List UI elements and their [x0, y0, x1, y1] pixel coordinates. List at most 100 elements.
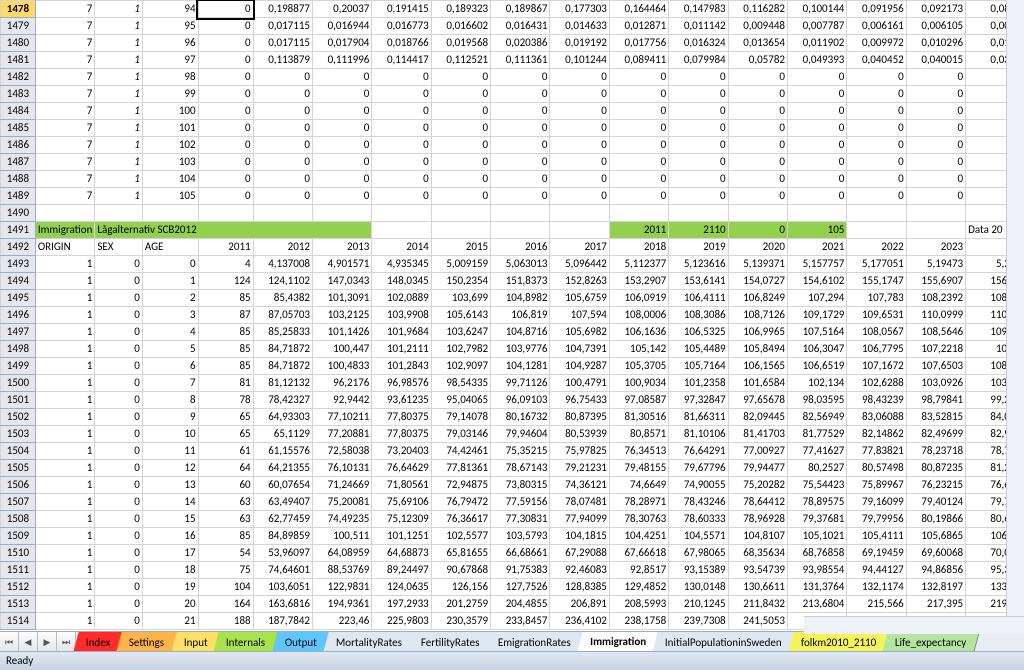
cell[interactable]: 1: [35, 375, 95, 392]
row-header[interactable]: 1504: [1, 443, 36, 460]
cell[interactable]: 0: [95, 613, 142, 630]
cell[interactable]: 0,007787: [787, 18, 846, 35]
cell[interactable]: 96,09103: [491, 392, 550, 409]
cell[interactable]: 94,86856: [906, 562, 965, 579]
cell[interactable]: 1: [35, 579, 95, 596]
row-header[interactable]: 1492: [1, 239, 36, 256]
cell[interactable]: 0: [847, 137, 906, 154]
cell[interactable]: 0: [198, 171, 253, 188]
cell[interactable]: 75,35215: [491, 443, 550, 460]
row-header[interactable]: 1491: [1, 222, 36, 239]
cell[interactable]: 72,58038: [312, 443, 371, 460]
cell[interactable]: 78,42327: [253, 392, 312, 409]
cell[interactable]: 0: [728, 69, 787, 86]
cell[interactable]: [431, 222, 490, 239]
cell[interactable]: 95,04065: [431, 392, 490, 409]
cell[interactable]: 0: [491, 154, 550, 171]
cell[interactable]: 106,8249: [728, 290, 787, 307]
cell[interactable]: 0: [95, 426, 142, 443]
cell[interactable]: 0: [550, 171, 609, 188]
cell[interactable]: 63,49407: [253, 494, 312, 511]
cell[interactable]: [431, 205, 490, 222]
cell[interactable]: 0: [787, 171, 846, 188]
cell[interactable]: 1: [35, 256, 95, 273]
cell[interactable]: 0: [95, 392, 142, 409]
cell[interactable]: 0: [491, 69, 550, 86]
cell[interactable]: 4,935345: [372, 256, 431, 273]
cell[interactable]: [253, 205, 312, 222]
cell[interactable]: 0: [609, 171, 668, 188]
row-header[interactable]: 1490: [1, 205, 36, 222]
cell[interactable]: 81,66311: [669, 409, 728, 426]
cell[interactable]: 101,3091: [312, 290, 371, 307]
cell[interactable]: 100,447: [312, 341, 371, 358]
cell[interactable]: 93,61235: [372, 392, 431, 409]
cell[interactable]: 1: [95, 103, 142, 120]
row-header[interactable]: 1486: [1, 137, 36, 154]
cell[interactable]: 0: [312, 69, 371, 86]
cell[interactable]: 0,018766: [372, 35, 431, 52]
cell[interactable]: 85: [198, 324, 253, 341]
cell[interactable]: 0: [728, 188, 787, 205]
cell[interactable]: 0,011902: [787, 35, 846, 52]
cell[interactable]: 105,4489: [669, 341, 728, 358]
cell[interactable]: 0,164464: [609, 1, 668, 18]
cell[interactable]: 76,64291: [669, 443, 728, 460]
cell[interactable]: 0: [95, 341, 142, 358]
cell[interactable]: 152,8263: [550, 273, 609, 290]
cell[interactable]: 241,5053: [728, 613, 787, 630]
cell[interactable]: 7: [35, 137, 95, 154]
cell[interactable]: 0: [906, 103, 965, 120]
cell[interactable]: 1: [95, 137, 142, 154]
cell[interactable]: 0: [253, 154, 312, 171]
cell[interactable]: 12: [142, 460, 198, 477]
cell[interactable]: 91,75383: [491, 562, 550, 579]
row-header[interactable]: 1500: [1, 375, 36, 392]
cell[interactable]: 0: [491, 86, 550, 103]
cell[interactable]: 96,98576: [372, 375, 431, 392]
cell[interactable]: 80,87395: [550, 409, 609, 426]
cell[interactable]: 6: [142, 358, 198, 375]
cell[interactable]: 0: [491, 188, 550, 205]
cell[interactable]: 69,60068: [906, 545, 965, 562]
cell[interactable]: 194,9361: [312, 596, 371, 613]
row-header[interactable]: 1484: [1, 103, 36, 120]
cell[interactable]: 1: [95, 69, 142, 86]
cell[interactable]: 106,819: [491, 307, 550, 324]
cell[interactable]: 0: [253, 137, 312, 154]
cell[interactable]: 93,54739: [728, 562, 787, 579]
cell[interactable]: 101: [142, 120, 198, 137]
cell[interactable]: 105,142: [609, 341, 668, 358]
cell[interactable]: 104,9287: [550, 358, 609, 375]
cell[interactable]: 75,54423: [787, 477, 846, 494]
cell[interactable]: 75,20282: [728, 477, 787, 494]
cell[interactable]: 0: [491, 137, 550, 154]
column-header[interactable]: 2015: [431, 239, 490, 256]
cell[interactable]: 154,0727: [728, 273, 787, 290]
cell[interactable]: 101,2843: [372, 358, 431, 375]
cell[interactable]: 0: [728, 137, 787, 154]
cell[interactable]: 0: [609, 188, 668, 205]
row-header[interactable]: 1508: [1, 511, 36, 528]
cell[interactable]: 96,2176: [312, 375, 371, 392]
cell[interactable]: 1: [35, 324, 95, 341]
cell[interactable]: 106,9965: [728, 324, 787, 341]
cell[interactable]: 78,43246: [669, 494, 728, 511]
cell[interactable]: 96,75433: [550, 392, 609, 409]
sheet-nav-button-2[interactable]: ▶: [38, 632, 57, 652]
column-header[interactable]: 2014: [372, 239, 431, 256]
cell[interactable]: [312, 205, 371, 222]
cell[interactable]: 78,30763: [609, 511, 668, 528]
cell[interactable]: 0: [728, 171, 787, 188]
cell[interactable]: 0: [906, 154, 965, 171]
cell[interactable]: 108,0567: [847, 324, 906, 341]
cell[interactable]: 61: [198, 443, 253, 460]
cell[interactable]: 0,017115: [253, 35, 312, 52]
cell[interactable]: 105,1021: [787, 528, 846, 545]
cell[interactable]: 81,12132: [253, 375, 312, 392]
cell[interactable]: 128,8385: [550, 579, 609, 596]
cell[interactable]: 0: [253, 120, 312, 137]
cell[interactable]: 104,5571: [669, 528, 728, 545]
cell[interactable]: 75,12309: [372, 511, 431, 528]
cell[interactable]: 127,7526: [491, 579, 550, 596]
